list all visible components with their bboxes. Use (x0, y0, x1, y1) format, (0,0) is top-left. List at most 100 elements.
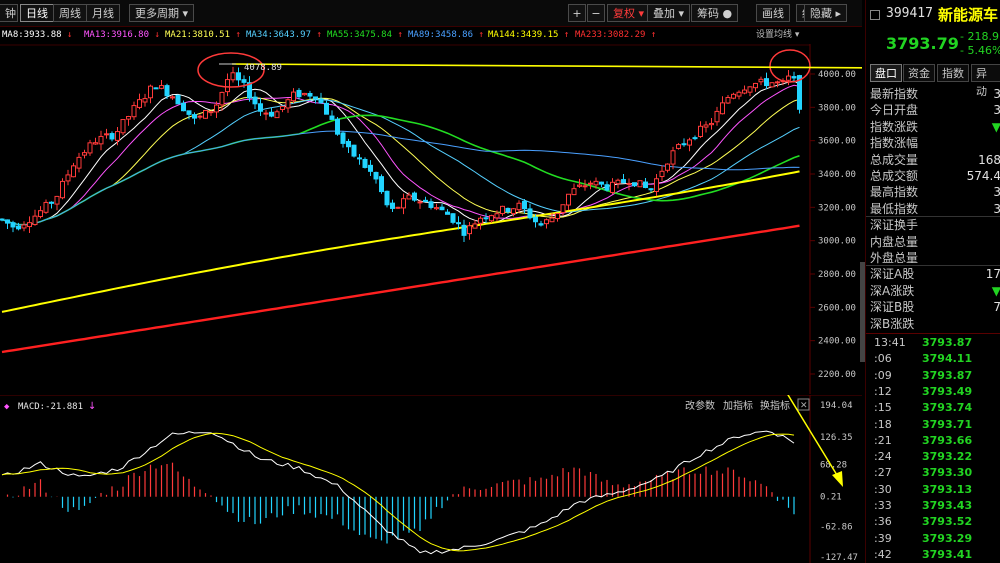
candle-body (423, 199, 428, 203)
candle-body (263, 112, 269, 115)
candle-body (87, 142, 93, 154)
zoom-out-button[interactable]: − (587, 4, 605, 22)
price-tick-label: 2800.00 (818, 270, 856, 280)
candle-body (577, 184, 582, 187)
hide-button[interactable]: 隐藏 ▸ (804, 4, 848, 22)
candle-body (109, 133, 115, 140)
tick-price: 3794.11 (922, 352, 973, 366)
candle-body (648, 188, 654, 191)
switch-indicator-button[interactable]: 换指标 (760, 399, 790, 412)
candle-body (137, 99, 142, 108)
draw-line-button[interactable]: 画线 (756, 4, 790, 22)
candle-body (10, 222, 16, 228)
tick-time: 13:41 (874, 336, 906, 349)
tick-row: :09 3793.87 (866, 368, 1000, 384)
candle-body (329, 115, 335, 120)
tick-time: :18 (874, 417, 892, 431)
quote-field-label: 指数涨幅 (870, 136, 919, 151)
overlay-dropdown[interactable]: 叠加 ▾ (647, 4, 691, 22)
tab-weekly[interactable]: 周线 (53, 4, 87, 22)
tick-row: :39 3793.29 (866, 531, 1000, 547)
more-periods-dropdown[interactable]: 更多周期 ▾ (129, 4, 195, 22)
candle-body (439, 206, 445, 211)
close-icon[interactable]: ✕ (800, 401, 808, 411)
quote-field-row: 最高指数 3 (870, 184, 1000, 200)
macd-tick-label: 126.35 (820, 433, 853, 443)
macd-tick-label: -127.47 (820, 553, 858, 563)
candle-body (324, 102, 329, 115)
peak-value-label: 4078.89 (244, 63, 282, 73)
ma-settings-dropdown[interactable]: 设置均线 ▾ (756, 27, 799, 43)
tab-funds[interactable]: 资金 (903, 64, 935, 82)
add-indicator-button[interactable]: 加指标 (723, 399, 753, 412)
candle-body (527, 208, 533, 219)
candle-body (362, 158, 368, 168)
candle-body (549, 217, 555, 223)
candle-body (637, 180, 643, 188)
tab-order-book[interactable]: 盘口 (870, 64, 902, 82)
candle-body (472, 223, 478, 229)
candle-body (522, 200, 527, 210)
candle-body (582, 185, 588, 188)
tab-daily[interactable]: 日线 (20, 4, 54, 22)
quote-field-row: 深证A股 17 (870, 266, 1000, 282)
tick-price: 3793.52 (922, 515, 973, 529)
price-tick-label: 2200.00 (818, 370, 856, 380)
tab-minute[interactable]: 钟 (0, 4, 18, 22)
tab-movers[interactable]: 异动 (971, 64, 1000, 98)
candle-body (445, 211, 450, 215)
candle-body (76, 156, 82, 169)
tab-index[interactable]: 指数 (937, 64, 969, 82)
tick-time: :12 (874, 384, 892, 398)
chip-distribution-button[interactable]: 筹码 ● (691, 4, 739, 22)
quote-field-value: 17 (985, 267, 1000, 282)
candle-body (164, 85, 170, 97)
tick-price: 3793.66 (922, 433, 973, 447)
candle-body (0, 218, 5, 221)
tick-price: 3793.29 (922, 531, 973, 545)
candle-body (93, 142, 98, 145)
candle-body (27, 222, 32, 228)
candle-body (753, 82, 758, 89)
quote-field-label: 外盘总量 (870, 251, 919, 265)
candle-body (670, 150, 676, 165)
price-tick-label: 3600.00 (818, 137, 856, 147)
tick-row: :30 3793.13 (866, 482, 1000, 498)
candle-body (32, 215, 38, 226)
tick-time: :30 (874, 482, 892, 496)
candle-body (703, 124, 709, 128)
candle-body (659, 170, 665, 178)
candle-body (588, 182, 593, 185)
candle-body (104, 133, 109, 136)
quote-field-row: 深A涨跌 ▼ (870, 283, 1000, 299)
candlestick-chart[interactable]: 4000.00 3800.00 3600.00 3400.00 3200.00 3000.… (0, 44, 862, 394)
tick-row: :33 3793.43 (866, 498, 1000, 514)
chart-toolbar: 钟 日线 周线 月线 更多周期 ▾ + − 复权 ▾ 叠加 ▾ 筹码 ● 画线 … (0, 0, 862, 27)
tab-monthly[interactable]: 月线 (86, 4, 120, 22)
candle-body (241, 79, 247, 83)
candle-body (593, 180, 599, 186)
candle-body (764, 78, 769, 87)
candle-body (412, 192, 417, 201)
quote-field-value: 3 (993, 87, 1000, 101)
tick-time: :33 (874, 499, 892, 512)
candle-body (643, 181, 648, 188)
adjust-price-dropdown[interactable]: 复权 ▾ (607, 4, 651, 22)
edit-params-button[interactable]: 改参数 (685, 399, 715, 412)
divider (866, 216, 1000, 218)
macd-tick-label: -62.86 (820, 522, 853, 532)
macd-chart[interactable]: ◆ MACD:-21.881 ↓ 改参数 加指标 换指标 ✕ 194.04 126… (0, 395, 862, 563)
tick-row: :12 3793.49 (866, 384, 1000, 400)
candle-body (747, 86, 753, 93)
candle-body (604, 184, 610, 191)
quote-field-row: 总成交量 168 (870, 152, 1000, 168)
price-tick-label: 3800.00 (818, 103, 856, 113)
quote-field-label: 最高指数 (870, 185, 919, 200)
ma-legend: MA8:3933.88 ↓ MA13:3916.80 ↓ MA21:3810.5… (0, 27, 862, 43)
panel-collapse-icon[interactable] (870, 10, 880, 20)
candle-body (511, 208, 516, 215)
candle-body (318, 98, 324, 104)
candle-body (373, 171, 379, 180)
zoom-in-button[interactable]: + (568, 4, 586, 22)
candle-body (489, 215, 494, 222)
